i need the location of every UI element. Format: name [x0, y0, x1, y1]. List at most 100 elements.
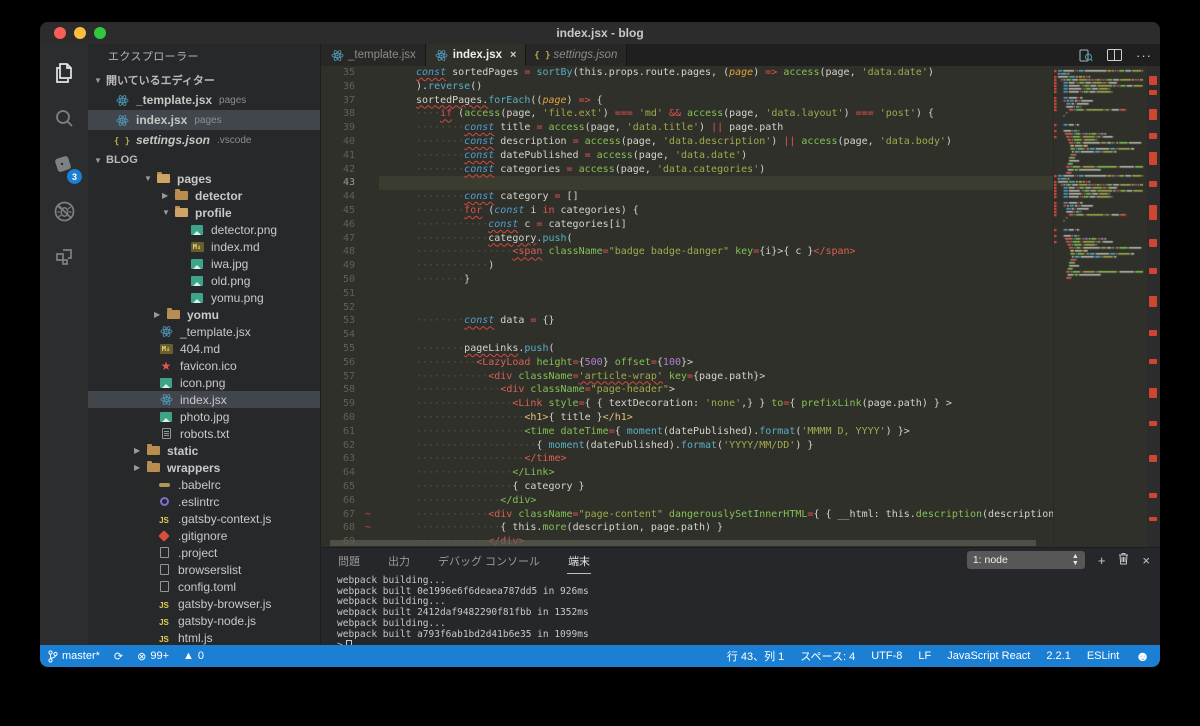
tree-item-iwa.jpg[interactable]: iwa.jpg — [88, 255, 320, 272]
tree-item-index.jsx[interactable]: index.jsx — [88, 391, 320, 408]
tree-item-old.png[interactable]: old.png — [88, 272, 320, 289]
git-branch-indicator[interactable]: master* — [48, 650, 100, 663]
tab-_template.jsx[interactable]: _template.jsx — [321, 44, 426, 66]
overview-ruler[interactable] — [1147, 66, 1160, 547]
close-panel-button[interactable]: × — [1142, 553, 1150, 568]
tree-item-wrappers[interactable]: ▶wrappers — [88, 459, 320, 476]
status-item-2[interactable]: UTF-8 — [871, 650, 902, 662]
tree-item-html.js[interactable]: html.js — [88, 629, 320, 645]
code-line-46[interactable]: 46············const c = categories[i] — [321, 218, 1053, 232]
activity-explorer-icon[interactable] — [40, 50, 88, 96]
status-item-5[interactable]: 2.2.1 — [1046, 650, 1070, 662]
more-actions-icon[interactable]: ··· — [1136, 48, 1152, 63]
warning-count[interactable]: ▲ 0 — [183, 650, 204, 662]
code-line-50[interactable]: 50········} — [321, 273, 1053, 287]
activity-search-icon[interactable] — [40, 96, 88, 142]
tree-item-photo.jpg[interactable]: photo.jpg — [88, 408, 320, 425]
terminal-output[interactable]: webpack building...webpack built 0e1996e… — [321, 574, 1160, 645]
close-tab-icon[interactable]: × — [510, 49, 516, 61]
code-line-62[interactable]: 62····················{ moment(datePubli… — [321, 439, 1053, 453]
tree-item-yomu[interactable]: ▶yomu — [88, 306, 320, 323]
activity-extensions-icon[interactable] — [40, 234, 88, 280]
new-terminal-button[interactable]: + — [1098, 553, 1106, 568]
tree-item-detector[interactable]: ▶detector — [88, 187, 320, 204]
code-line-68[interactable]: 68~··············{ this.more(description… — [321, 521, 1053, 535]
code-line-55[interactable]: 55········pageLinks.push( — [321, 342, 1053, 356]
feedback-smiley-icon[interactable]: ☻ — [1135, 649, 1150, 663]
status-item-1[interactable]: スペース: 4 — [800, 648, 855, 664]
panel-tab-端末[interactable]: 端末 — [567, 549, 591, 574]
status-item-6[interactable]: ESLint — [1087, 650, 1119, 662]
code-line-35[interactable]: 35const sortedPages = sortBy(this.props.… — [321, 66, 1053, 80]
terminal-select[interactable]: 1: node ▲▼ — [967, 551, 1085, 569]
open-editor-settings.json[interactable]: settings.json.vscode — [88, 130, 320, 150]
panel-tab-出力[interactable]: 出力 — [387, 549, 411, 574]
tree-item-yomu.png[interactable]: yomu.png — [88, 289, 320, 306]
activity-debug-off-icon[interactable] — [40, 188, 88, 234]
horizontal-scrollbar[interactable] — [330, 540, 1036, 546]
code-line-49[interactable]: 49············) — [321, 259, 1053, 273]
kill-terminal-icon[interactable] — [1118, 552, 1129, 568]
code-line-63[interactable]: 63··················</time> — [321, 452, 1053, 466]
code-line-36[interactable]: 36).reverse() — [321, 80, 1053, 94]
code-line-61[interactable]: 61··················<time dateTime={ mom… — [321, 425, 1053, 439]
open-editor-_template.jsx[interactable]: _template.jsxpages — [88, 90, 320, 110]
code-line-41[interactable]: 41········const datePublished = access(p… — [321, 149, 1053, 163]
code-line-47[interactable]: 47············category.push( — [321, 232, 1053, 246]
code-line-60[interactable]: 60··················<h1>{ title }</h1> — [321, 411, 1053, 425]
title-bar[interactable]: index.jsx - blog — [40, 22, 1160, 44]
tree-item-.project[interactable]: .project — [88, 544, 320, 561]
tree-item-browserslist[interactable]: browserslist — [88, 561, 320, 578]
code-line-59[interactable]: 59················<Link style={ { textDe… — [321, 397, 1053, 411]
code-line-64[interactable]: 64················</Link> — [321, 466, 1053, 480]
code-line-37[interactable]: 37sortedPages.forEach((page) => { — [321, 94, 1053, 108]
open-editors-header[interactable]: ▼ 開いているエディター — [88, 70, 320, 90]
tree-item-gatsby-browser.js[interactable]: gatsby-browser.js — [88, 595, 320, 612]
code-line-54[interactable]: 54 — [321, 328, 1053, 342]
code-line-44[interactable]: 44········const category = [] — [321, 190, 1053, 204]
tree-item-.babelrc[interactable]: .babelrc — [88, 476, 320, 493]
open-preview-icon[interactable] — [1079, 49, 1093, 62]
split-editor-icon[interactable] — [1107, 49, 1122, 61]
code-line-67[interactable]: 67~············<div className="page-cont… — [321, 508, 1053, 522]
code-editor[interactable]: 35const sortedPages = sortBy(this.props.… — [321, 66, 1053, 547]
minimap[interactable] — [1053, 66, 1147, 547]
tree-item-404.md[interactable]: 404.md — [88, 340, 320, 357]
code-line-52[interactable]: 52 — [321, 301, 1053, 315]
error-count[interactable]: ⊗ 99+ — [137, 650, 169, 663]
tree-item-.gitignore[interactable]: .gitignore — [88, 527, 320, 544]
tree-item-_template.jsx[interactable]: _template.jsx — [88, 323, 320, 340]
tree-item-static[interactable]: ▶static — [88, 442, 320, 459]
panel-tab-デバッグ コンソール[interactable]: デバッグ コンソール — [437, 549, 541, 574]
tree-item-.eslintrc[interactable]: .eslintrc — [88, 493, 320, 510]
tab-index.jsx[interactable]: index.jsx× — [426, 44, 527, 66]
tab-settings.json[interactable]: settings.json — [526, 44, 627, 66]
tree-item-profile[interactable]: ▼profile — [88, 204, 320, 221]
code-line-58[interactable]: 58··············<div className="page-hea… — [321, 383, 1053, 397]
tree-item-robots.txt[interactable]: robots.txt — [88, 425, 320, 442]
panel-tab-問題[interactable]: 問題 — [337, 549, 361, 574]
tree-item-gatsby-node.js[interactable]: gatsby-node.js — [88, 612, 320, 629]
code-line-38[interactable]: 38····if (access(page, 'file.ext') === '… — [321, 107, 1053, 121]
tree-item-index.md[interactable]: index.md — [88, 238, 320, 255]
tree-item-icon.png[interactable]: icon.png — [88, 374, 320, 391]
code-line-39[interactable]: 39········const title = access(page, 'da… — [321, 121, 1053, 135]
project-section-header[interactable]: ▼ BLOG — [88, 150, 320, 170]
status-item-3[interactable]: LF — [918, 650, 931, 662]
code-line-48[interactable]: 48················<span className="badge… — [321, 245, 1053, 259]
code-line-53[interactable]: 53········const data = {} — [321, 314, 1053, 328]
code-line-56[interactable]: 56··········<LazyLoad height={500} offse… — [321, 356, 1053, 370]
tree-item-favicon.ico[interactable]: favicon.ico — [88, 357, 320, 374]
code-line-57[interactable]: 57············<div className='article-wr… — [321, 370, 1053, 384]
tree-item-config.toml[interactable]: config.toml — [88, 578, 320, 595]
status-item-0[interactable]: 行 43、列 1 — [727, 648, 784, 664]
tree-item-detector.png[interactable]: detector.png — [88, 221, 320, 238]
open-editor-index.jsx[interactable]: index.jsxpages — [88, 110, 320, 130]
tree-item-.gatsby-context.js[interactable]: .gatsby-context.js — [88, 510, 320, 527]
code-line-66[interactable]: 66··············</div> — [321, 494, 1053, 508]
code-line-42[interactable]: 42········const categories = access(page… — [321, 163, 1053, 177]
sync-button[interactable]: ⟳ — [114, 650, 123, 663]
activity-source-control-icon[interactable]: 3 — [40, 142, 88, 188]
code-line-43[interactable]: 43 — [321, 176, 1053, 190]
terminal-prompt[interactable]: > — [337, 640, 1160, 645]
